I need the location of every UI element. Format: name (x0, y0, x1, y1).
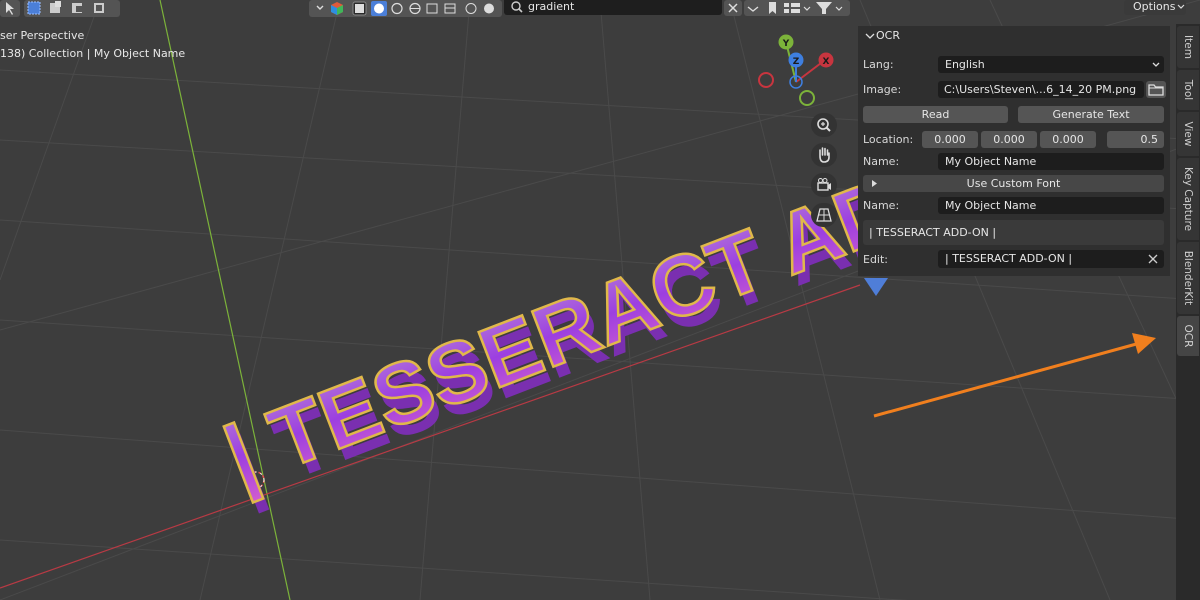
gizmo-x-label: X (823, 57, 830, 67)
scale-field[interactable]: 0.5 (1107, 131, 1164, 148)
use-custom-font-toggle[interactable]: Use Custom Font (863, 175, 1164, 192)
panel-title: OCR (876, 29, 900, 42)
zoom-button[interactable] (811, 113, 837, 137)
light-cone-marker (864, 278, 888, 296)
location-y-field[interactable]: 0.000 (981, 131, 1037, 148)
location-x-value: 0.000 (934, 133, 966, 146)
scale-value: 0.5 (1140, 133, 1159, 146)
collection-label: 138) Collection | My Object Name (0, 47, 186, 60)
tab-key-capture[interactable]: Key Capture (1177, 158, 1199, 240)
options-label: Options (1133, 0, 1176, 13)
tab-blenderkit-label: BlenderKit (1182, 250, 1194, 306)
tab-ocr[interactable]: OCR (1177, 316, 1199, 356)
tab-item-label: Item (1182, 35, 1194, 59)
tab-tool-label: Tool (1182, 79, 1194, 101)
object-name-value: My Object Name (945, 155, 1037, 168)
font-name-field[interactable]: My Object Name (938, 197, 1164, 214)
tab-blenderkit[interactable]: BlenderKit (1177, 242, 1199, 314)
generate-text-label: Generate Text (1052, 108, 1130, 121)
triangle-right-icon (872, 180, 877, 187)
shading-toolbar[interactable] (309, 0, 502, 17)
location-z-value: 0.000 (1052, 133, 1084, 146)
camera-icon (817, 178, 831, 191)
text-preview-box: | TESSERACT ADD-ON | (863, 220, 1164, 245)
pan-button[interactable] (811, 143, 837, 167)
location-label: Location: (863, 133, 914, 146)
gizmo-z-label: Z (793, 57, 800, 67)
perspective-toggle-button[interactable] (811, 203, 837, 227)
image-path-value: C:\Users\Steven\...6_14_20 PM.png (944, 83, 1137, 96)
tab-ocr-label: OCR (1182, 324, 1194, 348)
cursor-icon (6, 2, 14, 15)
font-name-value: My Object Name (945, 199, 1037, 212)
search-icon (511, 1, 523, 13)
orange-arrow (873, 333, 1156, 418)
custom-font-label: Use Custom Font (966, 177, 1061, 190)
lang-dropdown[interactable]: English (938, 56, 1164, 73)
collapse-chevron-icon[interactable] (864, 29, 876, 43)
image-path-field[interactable]: C:\Users\Steven\...6_14_20 PM.png (938, 81, 1144, 98)
text-preview-value: | TESSERACT ADD-ON | (869, 226, 997, 239)
lang-label: Lang: (863, 58, 894, 71)
location-x-field[interactable]: 0.000 (922, 131, 978, 148)
zoom-icon (817, 118, 831, 132)
perspective-label: ser Perspective (0, 29, 85, 42)
clear-search-button[interactable] (724, 0, 742, 16)
shading-mode-icons (316, 1, 494, 16)
chevron-down-icon (1152, 62, 1160, 67)
selection-mode-icons (27, 1, 104, 15)
camera-view-button[interactable] (811, 173, 837, 197)
object-name-field[interactable]: My Object Name (938, 153, 1164, 170)
close-icon (728, 3, 738, 13)
lang-value: English (945, 58, 985, 71)
search-value: gradient (528, 0, 575, 13)
toolbar-right-group[interactable] (744, 0, 850, 16)
navigation-gizmo[interactable]: Y Z X (758, 34, 834, 106)
ocr-panel: OCR Lang: English Image: C:\Users\Steven… (858, 26, 1170, 276)
image-label: Image: (863, 83, 902, 96)
read-button-label: Read (921, 108, 950, 121)
edit-text-field[interactable]: | TESSERACT ADD-ON | (938, 250, 1164, 268)
search-field[interactable]: gradient (504, 0, 722, 15)
select-box-tool[interactable] (0, 0, 20, 17)
tab-tool[interactable]: Tool (1177, 70, 1199, 110)
generate-text-button[interactable]: Generate Text (1018, 106, 1164, 123)
name-label: Name: (863, 155, 900, 168)
grid-icon (816, 208, 832, 222)
chevron-down-icon (1177, 4, 1185, 9)
gizmo-y-label: Y (782, 39, 790, 49)
selection-mode-group[interactable] (24, 0, 120, 17)
edit-label: Edit: (863, 253, 889, 266)
tab-view[interactable]: View (1177, 112, 1199, 156)
sidebar-tabs: Item Tool View Key Capture BlenderKit OC… (1176, 24, 1200, 600)
folder-icon (1148, 84, 1164, 96)
location-y-value: 0.000 (993, 133, 1025, 146)
tab-view-label: View (1182, 121, 1194, 147)
close-icon[interactable] (1146, 250, 1160, 268)
read-button[interactable]: Read (863, 106, 1008, 123)
options-button[interactable]: Options (1124, 0, 1186, 15)
font-name-label: Name: (863, 199, 900, 212)
tab-item[interactable]: Item (1177, 26, 1199, 68)
location-z-field[interactable]: 0.000 (1040, 131, 1096, 148)
tab-key-capture-label: Key Capture (1182, 166, 1194, 232)
browse-image-button[interactable] (1146, 81, 1166, 98)
toolbar-right-icons (747, 2, 843, 14)
edit-text-value: | TESSERACT ADD-ON | (945, 252, 1073, 265)
hand-icon (819, 147, 830, 163)
